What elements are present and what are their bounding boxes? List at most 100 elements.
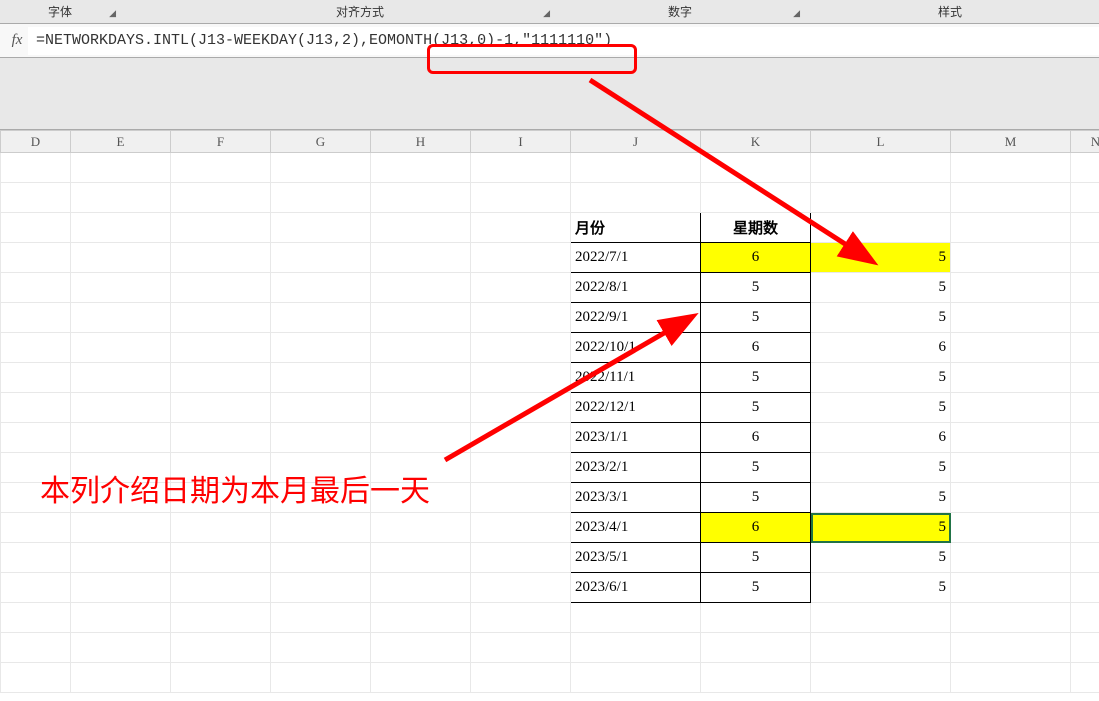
cell[interactable] <box>1 333 71 363</box>
cell[interactable] <box>371 543 471 573</box>
cell[interactable] <box>471 633 571 663</box>
col-header[interactable]: L <box>811 131 951 153</box>
cell[interactable] <box>951 213 1071 243</box>
table-row[interactable] <box>1 603 1099 633</box>
cell[interactable] <box>701 633 811 663</box>
cell[interactable] <box>1 393 71 423</box>
cell[interactable] <box>71 333 171 363</box>
cell[interactable] <box>471 543 571 573</box>
month-cell[interactable]: 2023/5/1 <box>571 543 701 573</box>
month-cell[interactable]: 2022/7/1 <box>571 243 701 273</box>
col-header[interactable]: H <box>371 131 471 153</box>
cell[interactable] <box>171 243 271 273</box>
cell[interactable] <box>1 213 71 243</box>
cell[interactable] <box>71 663 171 693</box>
result-cell[interactable]: 5 <box>811 303 951 333</box>
cell[interactable] <box>811 153 951 183</box>
cell[interactable] <box>371 303 471 333</box>
cell[interactable] <box>1 243 71 273</box>
result-cell[interactable]: 6 <box>811 423 951 453</box>
cell[interactable] <box>71 273 171 303</box>
weekday-count-cell[interactable]: 6 <box>701 333 811 363</box>
month-cell[interactable]: 2022/12/1 <box>571 393 701 423</box>
cell[interactable] <box>1 183 71 213</box>
cell[interactable] <box>371 423 471 453</box>
cell[interactable] <box>951 663 1071 693</box>
cell[interactable] <box>271 153 371 183</box>
cell[interactable] <box>371 513 471 543</box>
month-cell[interactable]: 2023/6/1 <box>571 573 701 603</box>
cell[interactable] <box>471 213 571 243</box>
cell[interactable] <box>1 273 71 303</box>
result-cell[interactable]: 6 <box>811 333 951 363</box>
weekday-count-cell[interactable]: 5 <box>701 303 811 333</box>
cell[interactable] <box>271 663 371 693</box>
cell[interactable] <box>471 183 571 213</box>
cell[interactable] <box>1 423 71 453</box>
cell[interactable] <box>271 333 371 363</box>
cell[interactable] <box>1 363 71 393</box>
cell[interactable] <box>951 273 1071 303</box>
cell[interactable] <box>701 153 811 183</box>
table-row[interactable]: 2023/6/155 <box>1 573 1099 603</box>
table-row[interactable] <box>1 663 1099 693</box>
cell[interactable] <box>371 573 471 603</box>
cell[interactable] <box>471 303 571 333</box>
cell[interactable] <box>271 393 371 423</box>
cell[interactable] <box>471 393 571 423</box>
result-cell[interactable]: 5 <box>811 393 951 423</box>
cell[interactable] <box>371 633 471 663</box>
cell[interactable] <box>951 573 1071 603</box>
cell[interactable] <box>1071 573 1099 603</box>
spreadsheet-table[interactable]: D E F G H I J K L M N 月份星期数2022/7/165202… <box>0 130 1099 693</box>
cell[interactable] <box>1 543 71 573</box>
cell[interactable] <box>1071 603 1099 633</box>
cell[interactable] <box>271 573 371 603</box>
table-row[interactable]: 2022/10/166 <box>1 333 1099 363</box>
cell[interactable] <box>371 183 471 213</box>
cell[interactable] <box>1 153 71 183</box>
cell[interactable] <box>71 513 171 543</box>
selected-cell[interactable]: 5 <box>811 513 951 543</box>
cell[interactable] <box>1071 543 1099 573</box>
cell[interactable] <box>71 183 171 213</box>
cell[interactable] <box>371 333 471 363</box>
result-cell[interactable]: 5 <box>811 483 951 513</box>
cell[interactable] <box>571 663 701 693</box>
cell[interactable] <box>171 363 271 393</box>
cell[interactable] <box>471 243 571 273</box>
cell[interactable] <box>371 153 471 183</box>
cell[interactable] <box>371 483 471 513</box>
dialog-launcher-icon[interactable]: ◢ <box>793 8 800 19</box>
weekday-count-cell[interactable]: 5 <box>701 273 811 303</box>
cell[interactable] <box>71 243 171 273</box>
result-cell[interactable]: 5 <box>811 453 951 483</box>
cell[interactable] <box>951 243 1071 273</box>
result-cell[interactable]: 5 <box>811 243 951 273</box>
header-month-cell[interactable]: 月份 <box>571 213 701 243</box>
cell[interactable] <box>171 633 271 663</box>
cell[interactable] <box>571 153 701 183</box>
cell[interactable] <box>571 183 701 213</box>
col-header[interactable]: J <box>571 131 701 153</box>
cell[interactable] <box>471 333 571 363</box>
weekday-count-cell[interactable]: 5 <box>701 363 811 393</box>
result-cell[interactable]: 5 <box>811 363 951 393</box>
cell[interactable] <box>471 273 571 303</box>
table-row[interactable]: 2023/4/165 <box>1 513 1099 543</box>
weekday-count-cell[interactable]: 5 <box>701 543 811 573</box>
cell[interactable] <box>471 363 571 393</box>
cell[interactable] <box>271 273 371 303</box>
cell[interactable] <box>271 183 371 213</box>
cell[interactable] <box>811 213 951 243</box>
weekday-count-cell[interactable]: 5 <box>701 573 811 603</box>
cell[interactable] <box>951 483 1071 513</box>
col-header[interactable]: F <box>171 131 271 153</box>
cell[interactable] <box>71 213 171 243</box>
col-header[interactable]: N <box>1071 131 1099 153</box>
cell[interactable] <box>1 303 71 333</box>
month-cell[interactable]: 2023/2/1 <box>571 453 701 483</box>
cell[interactable] <box>1 663 71 693</box>
cell[interactable] <box>471 603 571 633</box>
cell[interactable] <box>811 603 951 633</box>
